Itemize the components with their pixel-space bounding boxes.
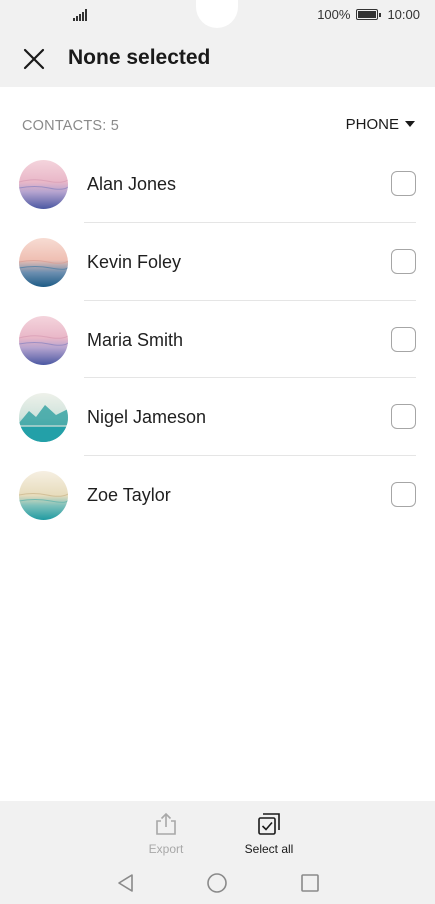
caret-down-icon: [405, 121, 415, 127]
clock: 10:00: [387, 7, 420, 22]
battery-percent: 100%: [317, 7, 351, 22]
contact-avatar: [19, 471, 68, 521]
select-all-label: Select all: [244, 842, 294, 856]
contacts-count: CONTACTS: 5: [22, 118, 119, 134]
list-item[interactable]: Maria Smith: [0, 301, 435, 379]
contact-name: Zoe Taylor: [87, 485, 171, 506]
account-filter-dropdown[interactable]: PHONE: [346, 116, 415, 133]
contact-avatar: [19, 237, 68, 287]
contact-checkbox[interactable]: [391, 482, 416, 508]
battery-icon: [356, 9, 382, 20]
recent-square-icon[interactable]: [296, 869, 324, 897]
share-upload-icon: [156, 812, 176, 835]
page-title: None selected: [68, 46, 211, 69]
contact-checkbox[interactable]: [391, 326, 416, 352]
list-item[interactable]: Alan Jones: [0, 145, 435, 223]
contact-name: Maria Smith: [87, 329, 184, 350]
app-header: None selected: [0, 30, 435, 87]
select-all-icon: [258, 813, 280, 835]
contact-list: Alan Jones Kevin Foley Maria Smith Nigel…: [0, 145, 435, 534]
select-all-button[interactable]: Select all: [234, 811, 304, 856]
contact-name: Alan Jones: [87, 174, 177, 194]
contact-avatar: [19, 315, 68, 365]
status-bar: 100% 10:00: [0, 0, 435, 30]
system-navigation-bar: [0, 869, 435, 897]
list-item[interactable]: Zoe Taylor: [0, 456, 435, 534]
export-label: Export: [148, 842, 184, 856]
contact-checkbox[interactable]: [391, 248, 416, 274]
contact-checkbox[interactable]: [391, 171, 416, 196]
list-item[interactable]: Nigel Jameson: [0, 378, 435, 457]
filter-label: PHONE: [345, 116, 399, 133]
back-triangle-icon[interactable]: [112, 869, 140, 897]
contact-picker-screen: 100% 10:00 None selected CONTACTS: 5 PHO…: [0, 0, 435, 904]
bottom-toolbar: Export Select all: [0, 801, 435, 904]
list-item[interactable]: Kevin Foley: [0, 223, 435, 301]
contact-avatar: [19, 160, 68, 209]
status-right: 100% 10:00: [317, 7, 420, 22]
home-circle-icon[interactable]: [203, 869, 231, 897]
contact-checkbox[interactable]: [391, 404, 416, 430]
contact-avatar: [19, 393, 68, 443]
contact-name: Nigel Jameson: [87, 407, 207, 428]
contact-name: Kevin Foley: [87, 251, 182, 272]
export-button[interactable]: Export: [136, 811, 196, 856]
close-icon[interactable]: [18, 43, 50, 75]
signal-icon: [73, 9, 87, 21]
camera-notch: [196, 0, 238, 28]
